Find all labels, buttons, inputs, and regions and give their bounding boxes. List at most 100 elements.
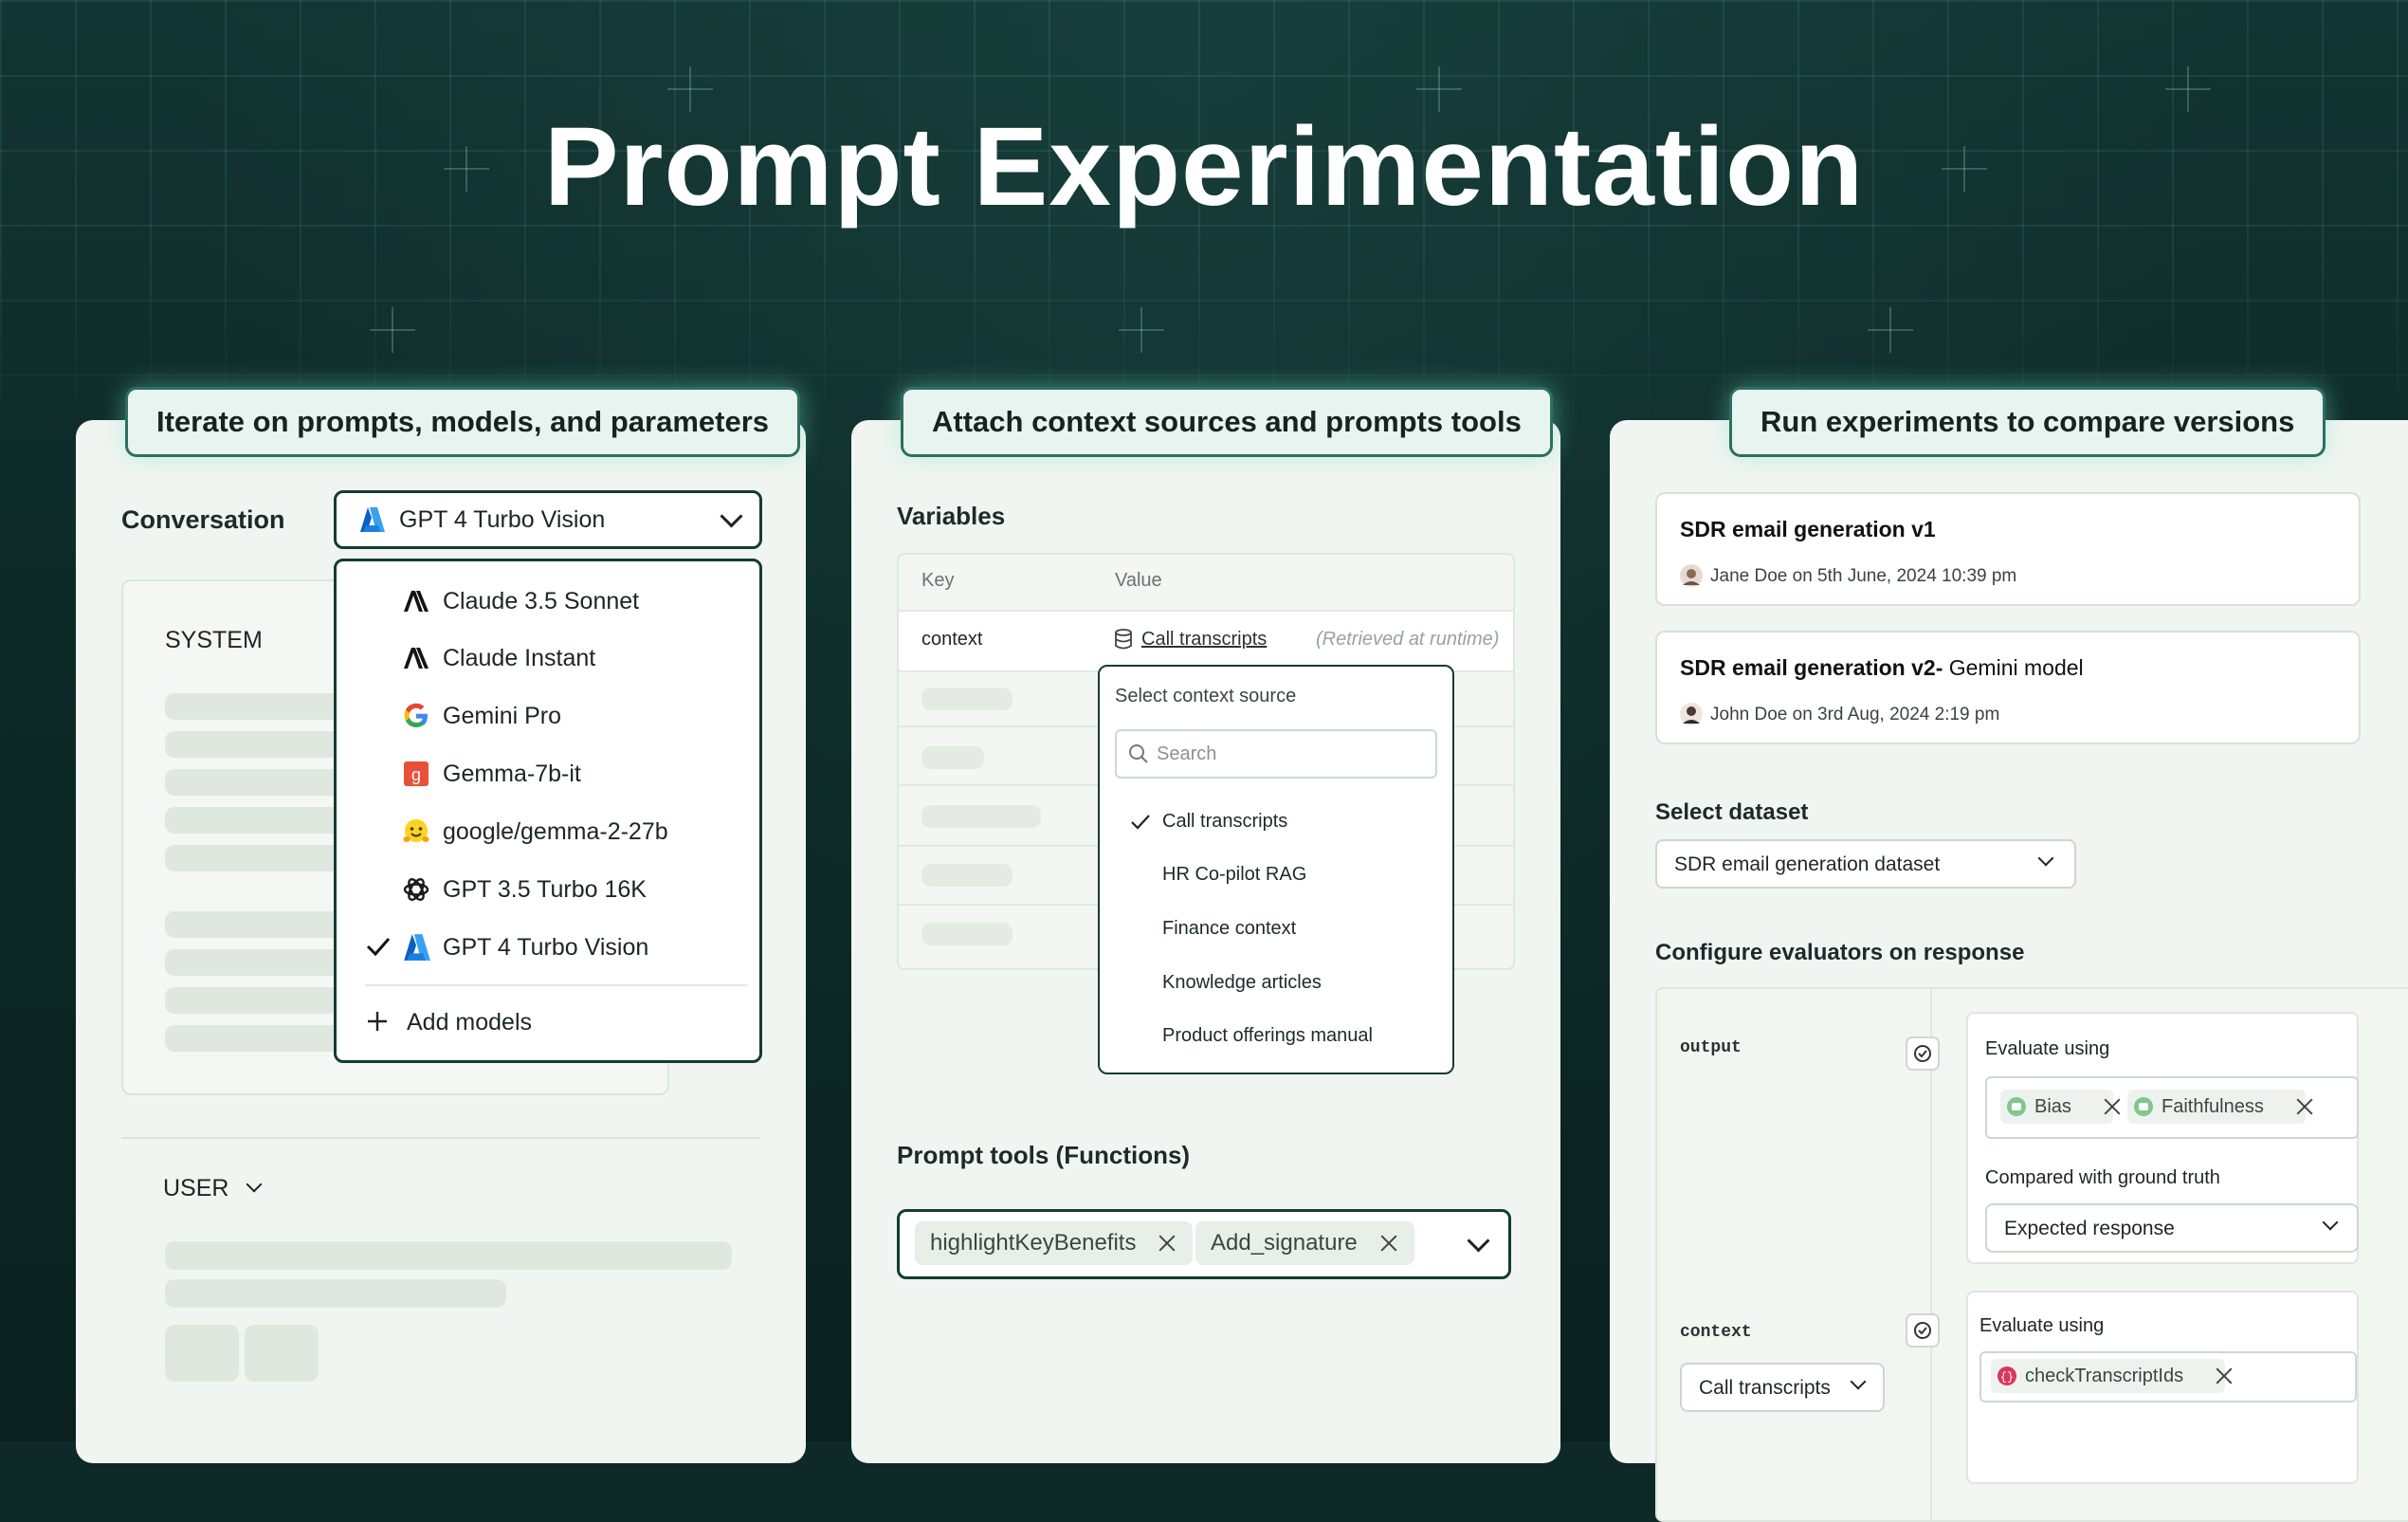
evaluators-multiselect[interactable]: Bias Faithfulness [1985, 1076, 2359, 1139]
database-icon [1115, 629, 1132, 650]
chevron-down-icon [1850, 1373, 1867, 1390]
azure-icon [404, 934, 430, 961]
function-icon: {} [1998, 1366, 2016, 1385]
context-source-menu: Select context source Search Call transc… [1098, 665, 1454, 1074]
evaluators-multiselect[interactable]: {} checkTranscriptIds [1979, 1351, 2357, 1403]
divider [365, 984, 748, 986]
openai-icon [403, 878, 429, 901]
avatar [1680, 564, 1703, 587]
context-option-finance-context[interactable]: Finance context [1100, 907, 1452, 952]
context-menu-title: Select context source [1115, 686, 1297, 706]
plus-decoration [370, 307, 415, 353]
version-card[interactable]: SDR email generation v2- Gemini model Jo… [1655, 631, 2361, 744]
evaluator-chip[interactable]: Faithfulness [2127, 1090, 2306, 1124]
search-icon [1129, 744, 1148, 763]
svg-text:g: g [411, 765, 421, 784]
user-label: USER [163, 1175, 229, 1201]
right-panel: SDR email generation v1 Jane Doe on 5th … [1610, 420, 2408, 1522]
context-option-hr-copilot-rag[interactable]: HR Co-pilot RAG [1100, 853, 1452, 898]
check-icon [1131, 815, 1150, 830]
evaluator-chip[interactable]: Bias [2000, 1090, 2113, 1124]
table-row[interactable]: context Call transcripts (Retrieved at r… [899, 610, 1513, 672]
evaluator-chip[interactable]: {} checkTranscriptIds [1991, 1359, 2226, 1393]
model-option-gpt-4-turbo-vision[interactable]: GPT 4 Turbo Vision [337, 919, 759, 976]
model-menu: Claude 3.5 Sonnet Claude Instant Gemini … [334, 559, 762, 1063]
prompt-tools-title: Prompt tools (Functions) [897, 1141, 1191, 1169]
model-option-claude-3-5-sonnet[interactable]: Claude 3.5 Sonnet [337, 573, 759, 630]
variable-key: context [921, 629, 983, 650]
prompt-tools-select[interactable]: highlightKeyBenefits Add_signature [897, 1209, 1511, 1279]
evaluate-using-label: Evaluate using [1985, 1038, 2110, 1059]
version-title-suffix: Gemini model [1943, 655, 2084, 680]
evaluator-icon [2007, 1097, 2026, 1116]
add-models-button[interactable]: Add models [337, 994, 759, 1051]
svg-text:{}: {} [2000, 1371, 2014, 1384]
model-option-claude-instant[interactable]: Claude Instant [337, 630, 759, 687]
tool-chip[interactable]: highlightKeyBenefits [915, 1221, 1194, 1265]
system-label: SYSTEM [165, 627, 263, 653]
conversation-label: Conversation [121, 505, 285, 534]
model-select-value: GPT 4 Turbo Vision [399, 506, 606, 533]
model-option-gemini-pro[interactable]: Gemini Pro [337, 688, 759, 744]
left-panel-heading: Iterate on prompts, models, and paramete… [125, 387, 801, 457]
chevron-down-icon [2037, 850, 2054, 867]
version-meta: on 5th June, 2024 10:39 pm [1792, 566, 2017, 586]
middle-panel-heading: Attach context sources and prompts tools [901, 387, 1553, 457]
context-option-call-transcripts[interactable]: Call transcripts [1100, 799, 1452, 845]
output-evaluator-card: Evaluate using Bias Faithfulness Compare… [1966, 1012, 2359, 1264]
chevron-down-icon [246, 1176, 263, 1193]
evaluators-table: output Evaluate using Bias Faithfulness … [1655, 987, 2408, 1522]
variable-value-link[interactable]: Call transcripts [1141, 629, 1267, 651]
version-author: Jane Doe [1710, 566, 1788, 586]
gemma-icon: g [404, 761, 429, 786]
user-role-toggle[interactable]: USER [163, 1175, 263, 1202]
evaluator-toggle-icon[interactable] [1906, 1313, 1940, 1348]
check-icon [366, 938, 391, 957]
middle-panel: Variables Key Value context Call transcr… [851, 420, 1560, 1463]
model-option-google-gemma-2-27b[interactable]: google/gemma-2-27b [337, 803, 759, 860]
context-select[interactable]: Call transcripts [1680, 1363, 1885, 1412]
eval-field-output: output [1680, 1038, 1742, 1057]
plus-decoration [1119, 307, 1164, 353]
close-icon[interactable] [1157, 1233, 1177, 1254]
version-title: SDR email generation v2- [1680, 655, 1943, 680]
version-card[interactable]: SDR email generation v1 Jane Doe on 5th … [1655, 492, 2361, 606]
divider [121, 1137, 760, 1139]
context-evaluator-card: Evaluate using {} checkTranscriptIds [1966, 1291, 2359, 1484]
google-icon [404, 703, 428, 727]
dataset-select[interactable]: SDR email generation dataset [1655, 839, 2076, 889]
plus-decoration [1868, 307, 1913, 353]
evaluator-toggle-icon[interactable] [1906, 1036, 1940, 1071]
evaluator-icon [2134, 1097, 2153, 1116]
huggingface-icon [403, 819, 429, 842]
search-placeholder: Search [1157, 743, 1217, 764]
version-author: John Doe [1710, 705, 1788, 724]
variable-value-note: (Retrieved at runtime) [1316, 629, 1500, 650]
chevron-down-icon [1467, 1229, 1490, 1253]
evaluators-title: Configure evaluators on response [1655, 940, 2025, 965]
column-header-key: Key [921, 570, 955, 591]
ground-truth-select[interactable]: Expected response [1985, 1203, 2359, 1253]
azure-icon [360, 507, 385, 532]
chevron-down-icon [2322, 1214, 2339, 1231]
model-option-gpt-3-5-turbo-16k[interactable]: GPT 3.5 Turbo 16K [337, 861, 759, 918]
tool-chip[interactable]: Add_signature [1195, 1221, 1414, 1265]
context-option-knowledge-articles[interactable]: Knowledge articles [1100, 961, 1452, 1006]
chevron-down-icon [720, 504, 743, 528]
anthropic-icon [404, 591, 429, 612]
context-option-product-offerings-manual[interactable]: Product offerings manual [1100, 1014, 1452, 1059]
dataset-select-value: SDR email generation dataset [1674, 853, 1941, 875]
avatar [1680, 703, 1703, 725]
model-select[interactable]: GPT 4 Turbo Vision [334, 490, 762, 549]
close-icon[interactable] [1378, 1233, 1399, 1254]
context-search-input[interactable]: Search [1115, 729, 1437, 779]
version-meta: on 3rd Aug, 2024 2:19 pm [1792, 705, 2000, 724]
page-title: Prompt Experimentation [543, 104, 1865, 229]
version-title: SDR email generation v1 [1680, 517, 1936, 541]
plus-icon [368, 1012, 387, 1031]
model-option-gemma-7b-it[interactable]: g Gemma-7b-it [337, 745, 759, 802]
evaluate-using-label: Evaluate using [1979, 1315, 2105, 1336]
dataset-label: Select dataset [1655, 799, 1809, 825]
anthropic-icon [404, 648, 429, 669]
compared-label: Compared with ground truth [1985, 1167, 2220, 1188]
